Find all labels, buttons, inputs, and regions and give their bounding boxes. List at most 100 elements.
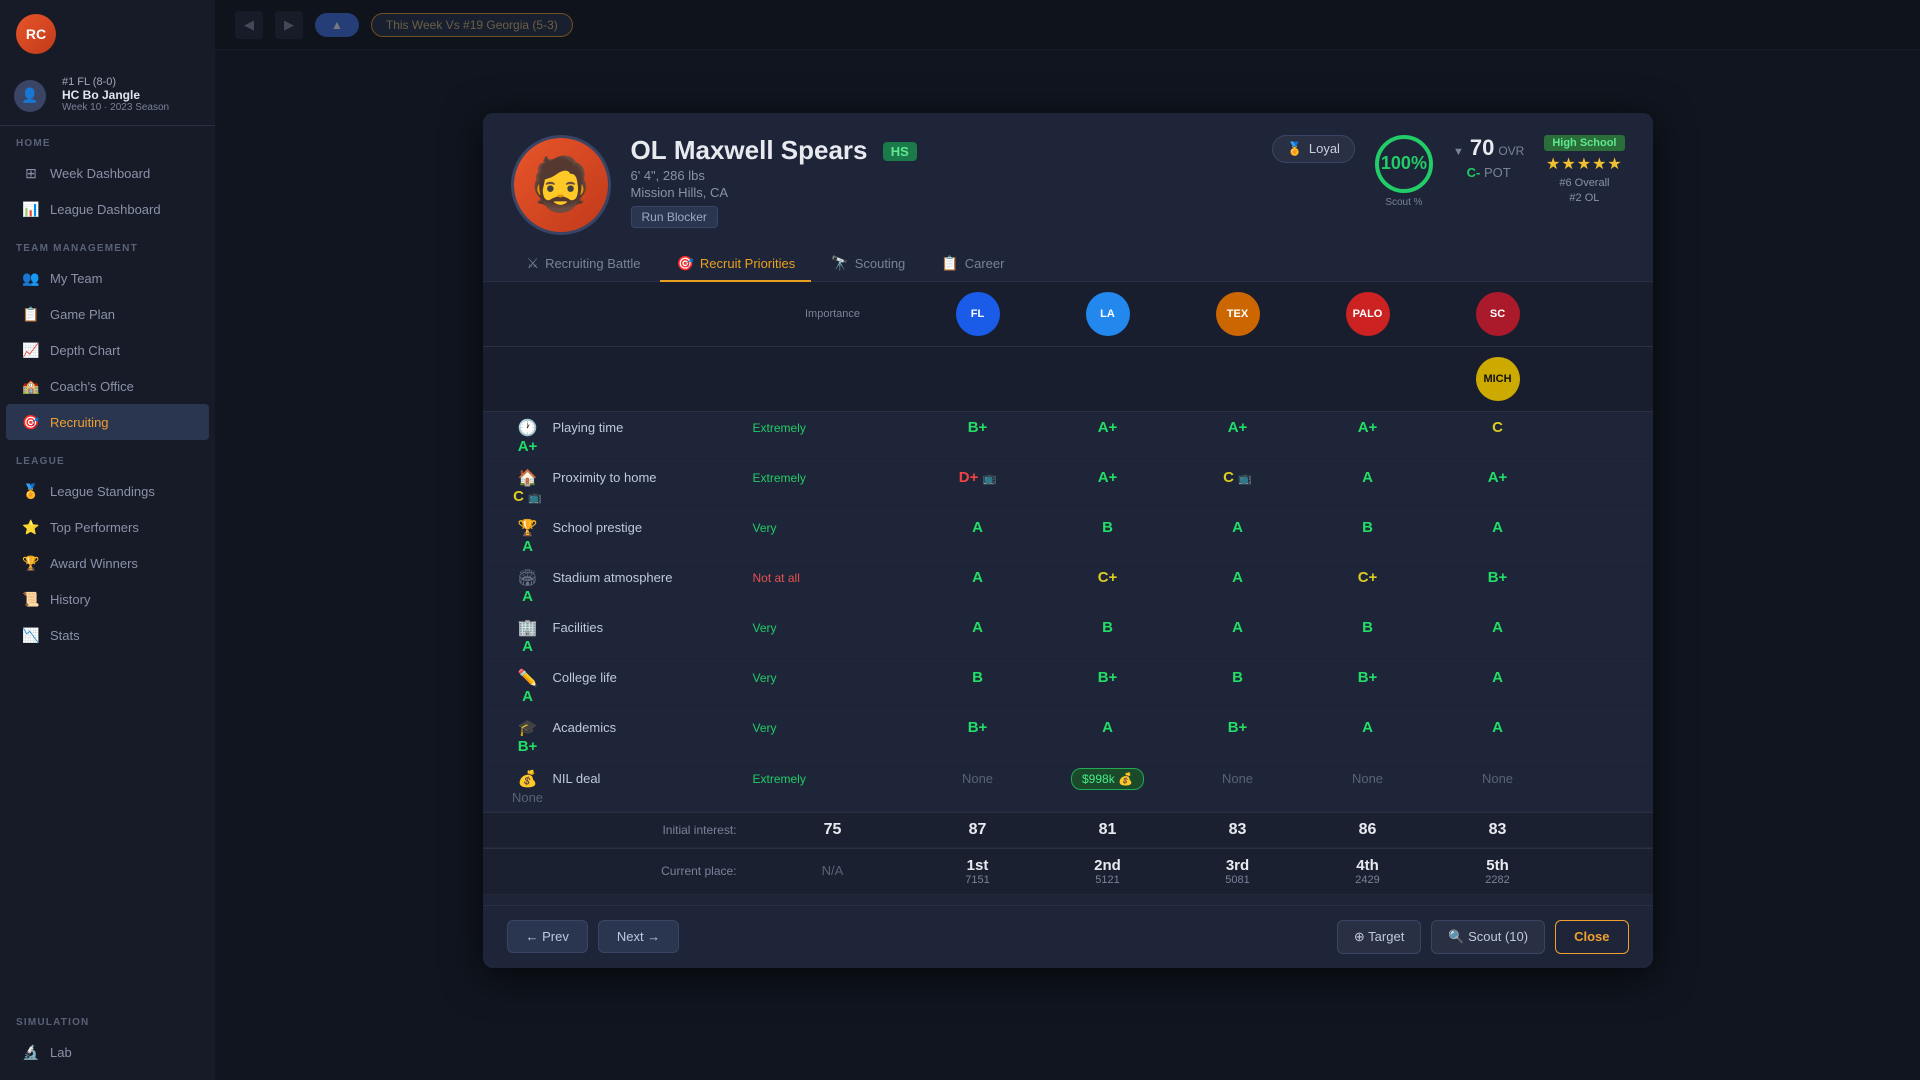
place-fl-value: N/A [822,863,844,878]
sidebar-item-coaches-office[interactable]: 🏫 Coach's Office [6,368,209,404]
league-section: LEAGUE 🏅 League Standings ⭐ Top Performe… [0,444,215,657]
academics-mich: B+ [503,738,553,755]
stadium-palo: C+ [1303,569,1433,586]
recruit-modal: 🧔 OL Maxwell Spears HS 6' 4", 286 lbs Mi… [483,113,1653,968]
prestige-mich: A [503,538,553,555]
interest-mich: 83 [1433,821,1563,839]
playing-time-importance: Extremely [753,421,913,435]
loyal-icon: 🏅 [1287,141,1303,157]
footer-right: ⊕ Target 🔍 Scout (10) Close [1337,920,1629,954]
team-section-label: TEAM MANAGEMENT [0,243,215,260]
team-section: TEAM MANAGEMENT 👥 My Team 📋 Game Plan 📈 … [0,231,215,444]
app-logo: RC [0,0,215,68]
school-badge-fl: FL [956,292,1000,336]
simulation-section-label: SIMULATION [0,1017,215,1034]
prestige-icon: 🏆 [503,518,553,538]
sidebar-item-game-plan[interactable]: 📋 Game Plan [6,296,209,332]
loyal-badge: 🏅 Loyal [1272,135,1355,163]
sidebar-item-award-winners[interactable]: 🏆 Award Winners [6,545,209,581]
place-sc-num: 4th [1303,857,1433,874]
facilities-tex: A [1173,619,1303,636]
school-badge-palo: PALO [1346,292,1390,336]
sidebar: RC 👤 #1 FL (8-0) HC Bo Jangle Week 10 · … [0,0,215,1080]
close-button[interactable]: Close [1555,920,1628,954]
sidebar-item-depth-chart[interactable]: 📈 Depth Chart [6,332,209,368]
nil-mich: None [503,790,553,805]
place-sc-score: 2429 [1303,874,1433,886]
place-tex-num: 2nd [1043,857,1173,874]
college-life-tex: B [1173,669,1303,686]
nil-palo: None [1303,771,1433,786]
playing-time-label: Playing time [553,420,753,435]
league-dashboard-label: League Dashboard [50,202,161,217]
history-icon: 📜 [22,590,40,608]
table-row: 🎓 Academics Very B+ A B+ A A B+ [483,712,1653,762]
next-button[interactable]: Next → [598,920,679,953]
lab-icon: 🔬 [22,1043,40,1061]
recruit-priorities-icon: 🎯 [676,255,693,272]
academics-icon: 🎓 [503,718,553,738]
sidebar-item-my-team[interactable]: 👥 My Team [6,260,209,296]
modal-overlay: 🧔 OL Maxwell Spears HS 6' 4", 286 lbs Mi… [215,0,1920,1080]
sidebar-item-stats[interactable]: 📉 Stats [6,617,209,653]
sidebar-item-top-performers[interactable]: ⭐ Top Performers [6,509,209,545]
recruiting-label: Recruiting [50,415,109,430]
sidebar-item-recruiting[interactable]: 🎯 Recruiting [6,404,209,440]
scouting-icon: 🔭 [831,255,848,272]
school-badge-tex: TEX [1216,292,1260,336]
coaches-office-icon: 🏫 [22,377,40,395]
facilities-label: Facilities [553,620,753,635]
stats-icon: 📉 [22,626,40,644]
pot-line: C- POT [1467,165,1511,180]
prev-button[interactable]: ← Prev [507,920,588,953]
target-button[interactable]: ⊕ Target [1337,920,1421,954]
college-life-icon: ✏️ [503,668,553,688]
user-week: Week 10 · 2023 Season [62,102,169,113]
career-icon: 📋 [941,255,958,272]
prestige-importance: Very [753,521,913,535]
tab-recruiting-battle[interactable]: ⚔ Recruiting Battle [511,247,657,282]
academics-label: Academics [553,720,753,735]
facilities-importance: Very [753,621,913,635]
depth-chart-label: Depth Chart [50,343,120,358]
place-tex: 2nd 5121 [1043,857,1173,886]
college-life-importance: Very [753,671,913,685]
importance-col-label: Importance [753,308,913,320]
place-fl: N/A [753,862,913,880]
sidebar-item-week-dashboard[interactable]: ⊞ Week Dashboard [6,155,209,191]
scout-circle: 100% [1375,135,1433,193]
depth-chart-icon: 📈 [22,341,40,359]
proximity-label: Proximity to home [553,470,753,485]
stadium-fl: A [913,569,1043,586]
place-tex-score: 5121 [1043,874,1173,886]
playing-time-sc: C [1433,419,1563,436]
tab-career[interactable]: 📋 Career [925,247,1020,282]
league-section-label: LEAGUE [0,456,215,473]
sidebar-item-history[interactable]: 📜 History [6,581,209,617]
sidebar-item-league-standings[interactable]: 🏅 League Standings [6,473,209,509]
tab-recruit-priorities[interactable]: 🎯 Recruit Priorities [660,247,811,282]
stats-label: Stats [50,628,80,643]
user-rank: #1 FL (8-0) [62,76,169,88]
place-la-num: 1st [913,857,1043,874]
lab-label: Lab [50,1045,72,1060]
scout-button[interactable]: 🔍 Scout (10) [1431,920,1545,954]
facilities-mich: A [503,638,553,655]
proximity-sc: A+ [1433,469,1563,486]
facilities-icon: 🏢 [503,618,553,638]
place-palo: 3rd 5081 [1173,857,1303,886]
tab-scouting[interactable]: 🔭 Scouting [815,247,921,282]
player-avatar: 🧔 [511,135,611,235]
interest-label: Initial interest: [503,823,753,837]
sidebar-item-lab[interactable]: 🔬 Lab [6,1034,209,1070]
recruiting-icon: 🎯 [22,413,40,431]
league-dashboard-icon: 📊 [22,200,40,218]
user-info: 👤 #1 FL (8-0) HC Bo Jangle Week 10 · 202… [0,68,215,126]
sidebar-item-league-dashboard[interactable]: 📊 League Dashboard [6,191,209,227]
stadium-mich: A [503,588,553,605]
place-la: 1st 7151 [913,857,1043,886]
place-mich-score: 2282 [1433,874,1563,886]
prestige-tex: A [1173,519,1303,536]
player-physical: 6' 4", 286 lbs [631,168,1252,183]
player-position: OL [631,135,667,165]
